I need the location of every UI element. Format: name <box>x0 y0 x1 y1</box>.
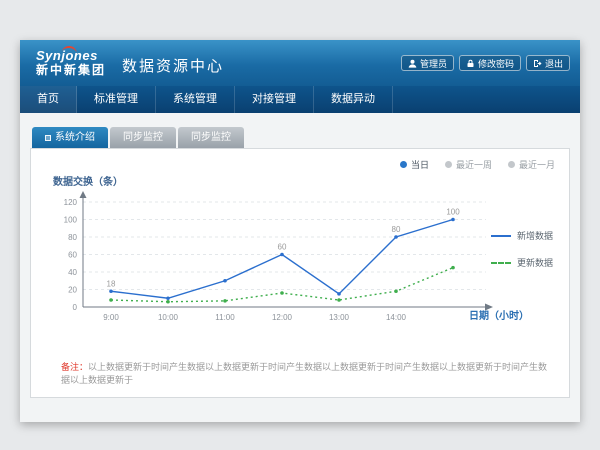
filter-today-label: 当日 <box>411 158 429 171</box>
svg-text:80: 80 <box>68 233 77 242</box>
nav-item-interface-mgmt[interactable]: 对接管理 <box>235 86 314 113</box>
legend-new-data-label: 新增数据 <box>517 229 553 242</box>
tab-bar: 系统介绍 同步监控 同步监控 <box>32 127 244 148</box>
nav-item-home[interactable]: 首页 <box>20 86 77 113</box>
nav-item-standard-mgmt[interactable]: 标准管理 <box>77 86 156 113</box>
tab-system-intro[interactable]: 系统介绍 <box>32 127 108 148</box>
chart-panel: 当日 最近一周 最近一月 数据交换（条） 0 20 40 60 80 100 120 9:00… <box>30 148 570 398</box>
nav-item-data-change[interactable]: 数据异动 <box>314 86 393 113</box>
dotted-line-icon <box>491 262 511 264</box>
page-title: 数据资源中心 <box>122 51 224 76</box>
y-axis-title: 数据交换（条） <box>53 173 123 188</box>
content-area: 系统介绍 同步监控 同步监控 当日 最近一周 <box>20 113 580 422</box>
app-header: Synjones 新中新集团 数据资源中心 管理员 修改密码 退出 <box>20 40 580 86</box>
footnote-text: 以上数据更新于时间产生数据以上数据更新于时间产生数据以上数据更新于时间产生数据以… <box>61 362 547 385</box>
svg-text:0: 0 <box>73 303 78 312</box>
tab-square-icon <box>45 135 51 141</box>
logout-button[interactable]: 退出 <box>526 55 570 71</box>
footnote-prefix: 备注： <box>61 362 88 372</box>
filter-last-week[interactable]: 最近一周 <box>445 158 492 171</box>
legend-updated-data-label: 更新数据 <box>517 256 553 269</box>
svg-text:60: 60 <box>68 251 77 260</box>
header-actions: 管理员 修改密码 退出 <box>401 55 570 71</box>
filter-today[interactable]: 当日 <box>400 158 429 171</box>
logout-icon <box>533 59 542 68</box>
change-password-label: 修改密码 <box>478 57 514 70</box>
filter-last-month[interactable]: 最近一月 <box>508 158 555 171</box>
svg-text:80: 80 <box>392 225 401 234</box>
x-axis-title: 日期（小时） <box>469 307 529 322</box>
svg-text:11:00: 11:00 <box>215 313 235 322</box>
svg-text:10:00: 10:00 <box>158 313 179 322</box>
admin-user-label: 管理员 <box>420 57 447 70</box>
filter-dot-icon <box>445 161 452 168</box>
user-icon <box>408 59 417 68</box>
company-logo: Synjones 新中新集团 <box>36 49 106 77</box>
legend-new-data[interactable]: 新增数据 <box>491 229 553 242</box>
svg-text:40: 40 <box>68 268 77 277</box>
svg-text:9:00: 9:00 <box>103 313 119 322</box>
svg-text:20: 20 <box>68 286 77 295</box>
solid-line-icon <box>491 235 511 237</box>
logout-label: 退出 <box>545 57 563 70</box>
main-nav: 首页 标准管理 系统管理 对接管理 数据异动 <box>20 86 580 113</box>
admin-user-button[interactable]: 管理员 <box>401 55 454 71</box>
svg-text:100: 100 <box>64 216 78 225</box>
legend-updated-data[interactable]: 更新数据 <box>491 256 553 269</box>
svg-text:120: 120 <box>64 198 78 207</box>
svg-text:100: 100 <box>446 208 460 217</box>
logo-swoosh-icon <box>62 45 78 54</box>
svg-text:12:00: 12:00 <box>272 313 293 322</box>
footnote: 备注：以上数据更新于时间产生数据以上数据更新于时间产生数据以上数据更新于时间产生… <box>61 361 551 387</box>
logo-subtext: 新中新集团 <box>36 63 106 77</box>
tab-sync-monitor-2[interactable]: 同步监控 <box>178 127 244 148</box>
lock-icon <box>466 59 475 68</box>
time-filter-legend: 当日 最近一周 最近一月 <box>400 158 555 171</box>
series-legend: 新增数据 更新数据 <box>491 229 553 269</box>
svg-text:18: 18 <box>107 279 116 288</box>
tab-sync-monitor-2-label: 同步监控 <box>191 127 231 148</box>
filter-last-month-label: 最近一月 <box>519 158 555 171</box>
filter-dot-icon <box>508 161 515 168</box>
data-exchange-line-chart: 0 20 40 60 80 100 120 9:00 10:00 11:00 12:00 13:00 1… <box>45 189 500 329</box>
tab-system-intro-label: 系统介绍 <box>55 127 95 148</box>
svg-text:14:00: 14:00 <box>386 313 407 322</box>
filter-dot-icon <box>400 161 407 168</box>
svg-text:60: 60 <box>278 243 287 252</box>
app-window: Synjones 新中新集团 数据资源中心 管理员 修改密码 退出 <box>20 40 580 422</box>
tab-sync-monitor-1[interactable]: 同步监控 <box>110 127 176 148</box>
tab-sync-monitor-1-label: 同步监控 <box>123 127 163 148</box>
filter-last-week-label: 最近一周 <box>456 158 492 171</box>
svg-text:13:00: 13:00 <box>329 313 350 322</box>
nav-item-system-mgmt[interactable]: 系统管理 <box>156 86 235 113</box>
change-password-button[interactable]: 修改密码 <box>459 55 521 71</box>
